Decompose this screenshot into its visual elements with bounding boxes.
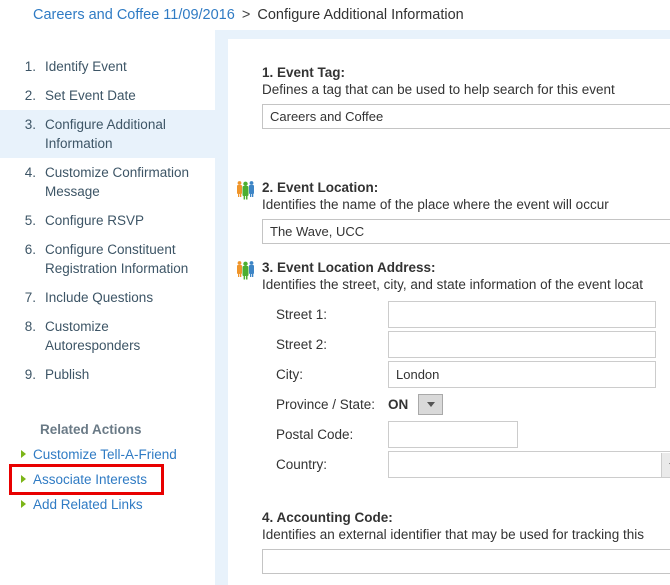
step-label: Customize Autoresponders [45,319,141,353]
address-row-city: City: London [276,361,656,391]
field-title: 1. Event Tag: [262,65,346,80]
step-number: 6. [24,242,36,257]
arrow-right-icon [21,450,26,458]
sidebar-item-set-event-date[interactable]: 2. Set Event Date [0,81,215,110]
related-actions-section: Related Actions Customize Tell-A-Friend … [0,422,215,517]
field-event-tag: 1. Event Tag: Defines a tag that can be … [262,64,670,129]
related-action-label: Associate Interests [33,472,148,487]
sidebar-item-customize-confirmation-message[interactable]: 4. Customize Confirmation Message [0,158,215,206]
address-row-street2: Street 2: [276,331,656,361]
step-number: 1. [24,59,36,74]
main-content: 1. Event Tag: Defines a tag that can be … [228,39,670,585]
field-event-location: 2. Event Location: Identifies the name o… [232,179,670,244]
breadcrumb-event-link[interactable]: Careers and Coffee 11/09/2016 [33,7,235,23]
breadcrumb-current-page: Configure Additional Information [257,7,464,23]
arrow-right-icon [21,500,26,508]
step-number: 7. [24,290,36,305]
step-number: 2. [24,88,36,103]
event-location-input[interactable]: The Wave, UCC [262,219,670,244]
city-input[interactable]: London [388,361,656,388]
step-label: Set Event Date [45,88,136,103]
field-accounting-code: 4. Accounting Code: Identifies an extern… [262,509,670,574]
sidebar-item-customize-autoresponders[interactable]: 8. Customize Autoresponders [0,312,215,360]
related-action-add-related-links[interactable]: Add Related Links [0,492,215,517]
field-description: Identifies the street, city, and state i… [262,277,643,292]
street1-input[interactable] [388,301,656,328]
sidebar-item-configure-rsvp[interactable]: 5. Configure RSVP [0,206,215,235]
postal-code-label: Postal Code: [276,427,354,442]
related-action-associate-interests[interactable]: Associate Interests [8,464,165,495]
step-number: 5. [24,213,36,228]
step-number: 8. [24,319,36,334]
street1-label: Street 1: [276,307,328,322]
field-description: Identifies the name of the place where t… [262,197,609,212]
related-actions-title: Related Actions [40,422,142,437]
field-description: Defines a tag that can be used to help s… [262,82,615,97]
address-row-postal-code: Postal Code: [276,421,656,451]
field-description: Identifies an external identifier that m… [262,527,644,542]
step-label: Customize Confirmation Message [45,165,190,199]
address-row-country: Country: [276,451,670,481]
address-row-street1: Street 1: [276,301,656,331]
postal-code-input[interactable] [388,421,518,448]
panel-left-band [215,30,228,585]
step-label: Configure RSVP [45,213,145,228]
country-label: Country: [276,457,328,472]
province-state-select[interactable]: ON [388,391,444,418]
province-state-value: ON [388,397,409,412]
step-label: Configure Constituent Registration Infor… [45,242,189,276]
sidebar-item-include-questions[interactable]: 7. Include Questions [0,283,215,312]
sidebar-item-publish[interactable]: 9. Publish [0,360,215,389]
related-action-customize-tell-a-friend[interactable]: Customize Tell-A-Friend [0,442,215,467]
arrow-right-icon [21,475,26,483]
people-icon [236,261,258,281]
field-event-location-address: 3. Event Location Address: Identifies th… [232,259,670,478]
breadcrumb: Careers and Coffee 11/09/2016 > Configur… [0,0,670,30]
step-label: Publish [45,367,90,382]
related-action-label: Customize Tell-A-Friend [33,447,177,462]
sidebar-item-configure-constituent-registration-information[interactable]: 6. Configure Constituent Registration In… [0,235,215,283]
step-number: 3. [24,117,36,132]
chevron-down-icon[interactable] [418,394,444,415]
field-title: 3. Event Location Address: [262,260,436,275]
breadcrumb-separator: > [241,7,251,23]
accounting-code-input[interactable] [262,549,670,574]
step-list: 1. Identify Event 2. Set Event Date 3. C… [0,52,215,389]
sidebar: 1. Identify Event 2. Set Event Date 3. C… [0,30,215,585]
province-state-label: Province / State: [276,397,376,412]
panel-top-band [215,30,670,39]
step-label: Include Questions [45,290,154,305]
country-select[interactable] [388,451,670,478]
people-icon [236,181,258,201]
step-label: Identify Event [45,59,127,74]
step-number: 9. [24,367,36,382]
street2-input[interactable] [388,331,656,358]
field-title: 2. Event Location: [262,180,379,195]
event-tag-input[interactable]: Careers and Coffee [262,104,670,129]
city-label: City: [276,367,303,382]
sidebar-item-configure-additional-information[interactable]: 3. Configure Additional Information [0,110,215,158]
sidebar-item-identify-event[interactable]: 1. Identify Event [0,52,215,81]
step-number: 4. [24,165,36,180]
street2-label: Street 2: [276,337,328,352]
related-action-label: Add Related Links [33,497,143,512]
address-fields: Street 1: Street 2: City: London Provinc… [276,301,670,478]
page-body: 1. Identify Event 2. Set Event Date 3. C… [0,30,670,585]
field-title: 4. Accounting Code: [262,510,393,525]
address-row-province-state: Province / State: ON [276,391,656,421]
step-label: Configure Additional Information [45,117,166,151]
chevron-down-icon[interactable] [661,453,670,477]
